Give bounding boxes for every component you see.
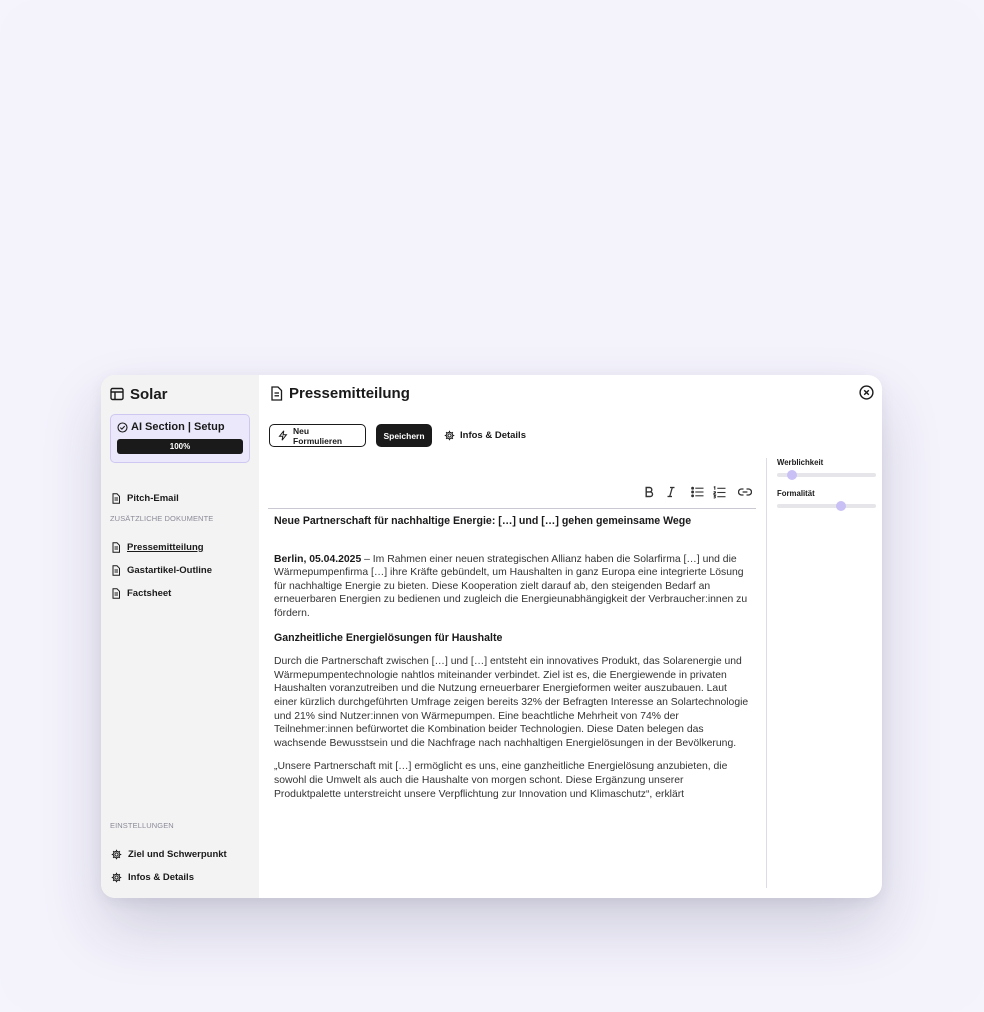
setup-title: AI Section | Setup <box>131 421 225 433</box>
setup-title-row: AI Section | Setup <box>117 421 243 433</box>
page-title: Pressemitteilung <box>289 385 410 402</box>
document-header: Pressemitteilung <box>270 385 410 402</box>
save-label: Speichern <box>383 430 425 441</box>
rephrase-label: Neu Formulieren <box>293 425 343 446</box>
gear-icon <box>111 872 122 883</box>
sidebar-item-label: Pitch-Email <box>127 492 179 504</box>
gear-icon <box>444 430 455 441</box>
setup-card[interactable]: AI Section | Setup 100% <box>110 414 250 463</box>
link-icon[interactable] <box>738 485 752 499</box>
section-label-settings: EINSTELLUNGEN <box>110 821 174 830</box>
bullet-list-icon[interactable] <box>690 485 704 499</box>
file-icon <box>270 386 283 401</box>
settings-section: EINSTELLUNGEN Ziel und Schwerpunkt Infos… <box>110 821 250 884</box>
brand: Solar <box>110 385 250 403</box>
sidebar-item-pitch-email[interactable]: Pitch-Email <box>110 491 250 505</box>
gear-icon <box>111 849 122 860</box>
editor-divider <box>268 508 756 509</box>
editor-content[interactable]: Neue Partnerschaft für nachhaltige Energ… <box>274 515 750 811</box>
save-button[interactable]: Speichern <box>376 424 432 447</box>
sidebar-item-gastartikel[interactable]: Gastartikel-Outline <box>110 563 250 577</box>
paragraph-3: „Unsere Partnerschaft mit […] ermöglicht… <box>274 761 728 800</box>
formatting-toolbar <box>642 484 752 500</box>
section-subheading: Ganzheitliche Energielösungen für Hausha… <box>274 631 503 644</box>
layout-icon <box>110 387 124 401</box>
close-button[interactable] <box>859 385 874 405</box>
tone-panel: Werblichkeit Formalität <box>766 458 879 888</box>
slider-track[interactable] <box>777 470 876 480</box>
slider-track[interactable] <box>777 501 876 511</box>
check-circle-icon <box>117 421 128 433</box>
editor: Neue Partnerschaft für nachhaltige Energ… <box>268 482 756 892</box>
slider-thumb[interactable] <box>786 470 797 480</box>
sidebar-item-label: Infos & Details <box>128 871 194 883</box>
italic-icon[interactable] <box>664 485 678 499</box>
slider-label: Formalität <box>777 489 815 498</box>
slider-werblichkeit: Werblichkeit <box>777 458 876 480</box>
slider-thumb[interactable] <box>836 501 847 511</box>
section-label-docs: ZUSÄTZLICHE DOKUMENTE <box>110 514 214 523</box>
document-headline: Neue Partnerschaft für nachhaltige Energ… <box>274 515 692 527</box>
app-window: Solar AI Section | Setup 100% Pitch-Emai… <box>101 375 882 898</box>
sidebar-item-pressemitteilung[interactable]: Pressemitteilung <box>110 540 250 554</box>
lightning-icon <box>278 430 288 441</box>
sidebar-item-label: Factsheet <box>127 587 172 599</box>
info-details-label: Infos & Details <box>460 430 526 441</box>
sidebar: Solar AI Section | Setup 100% Pitch-Emai… <box>101 375 259 898</box>
file-icon <box>111 564 121 576</box>
sidebar-item-factsheet[interactable]: Factsheet <box>110 586 250 600</box>
slider-label: Werblichkeit <box>777 458 824 467</box>
close-icon <box>859 385 874 400</box>
sidebar-item-ziel[interactable]: Ziel und Schwerpunkt <box>110 847 250 861</box>
paragraph-1: Berlin, 05.04.2025 – Im Rahmen einer neu… <box>274 553 750 621</box>
slider-formalitaet: Formalität <box>777 489 876 511</box>
dateline: Berlin, 05.04.2025 <box>274 553 362 565</box>
sidebar-item-label: Pressemitteilung <box>127 541 204 553</box>
brand-name: Solar <box>130 385 168 403</box>
document-toolbar: Neu Formulieren Speichern Infos & Detail… <box>269 424 528 447</box>
setup-progress-bar: 100% <box>117 439 243 454</box>
main-panel: Pressemitteilung Neu Formulieren Speiche… <box>259 375 882 898</box>
sidebar-item-label: Gastartikel-Outline <box>127 564 212 576</box>
sidebar-item-infos[interactable]: Infos & Details <box>110 870 250 884</box>
paragraph-2: Durch die Partnerschaft zwischen […] und… <box>274 656 749 749</box>
file-icon <box>111 541 121 553</box>
info-details-button[interactable]: Infos & Details <box>442 424 528 447</box>
file-icon <box>111 492 121 504</box>
sidebar-item-label: Ziel und Schwerpunkt <box>128 848 227 860</box>
rephrase-button[interactable]: Neu Formulieren <box>269 424 366 447</box>
setup-progress-label: 100% <box>169 442 191 451</box>
bold-icon[interactable] <box>642 485 656 499</box>
numbered-list-icon[interactable] <box>712 485 726 499</box>
file-icon <box>111 587 121 599</box>
